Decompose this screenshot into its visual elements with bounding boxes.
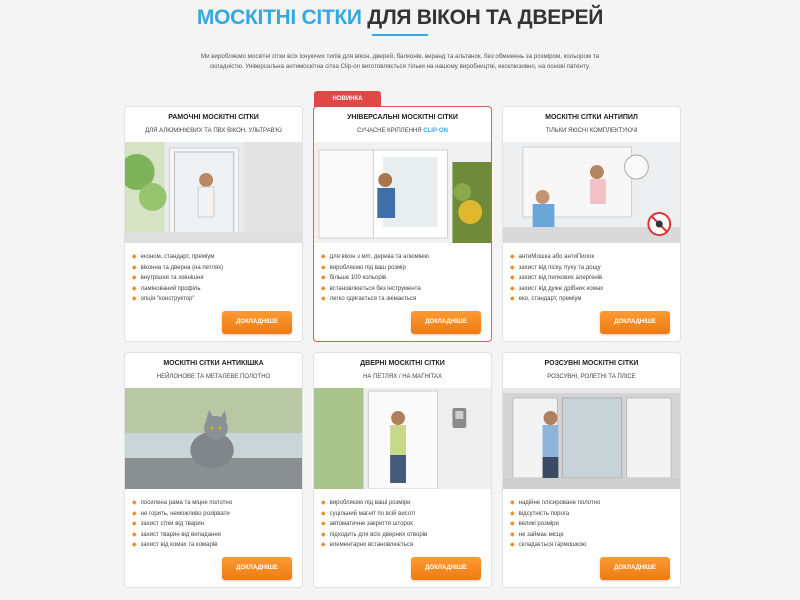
card-title: МОСКІТНІ СІТКИ АНТИПИЛ: [545, 114, 638, 121]
list-item: ◆ не горить, неможливо розірвати: [132, 510, 230, 517]
list-item: ◆ елементарно встановлюється: [321, 542, 414, 549]
list-item: ◆ опція "конструктор": [132, 296, 195, 303]
list-item: ◆ захист від дуже дрібних комах: [510, 285, 604, 292]
page-title: МОСКІТНІ СІТКИ ДЛЯ ВІКОН ТА ДВЕРЕЙ: [0, 6, 800, 30]
feature-list: ◆ економ, стандарт, преміум ◆ віконна та д…: [132, 252, 298, 305]
page-title-accent: МОСКІТНІ СІТКИ: [196, 6, 362, 29]
list-item: ◆ великі розміри: [510, 521, 559, 528]
list-item: ◆ встановлюється без інструмента: [321, 285, 421, 292]
details-button[interactable]: ДОКЛАДНІШЕ: [411, 557, 481, 580]
feature-list: ◆ посилена рама та міцне полотно ◆ не гори…: [132, 498, 298, 551]
details-button[interactable]: ДОКЛАДНІШЕ: [222, 557, 292, 580]
card-photo-window-man: [314, 142, 491, 243]
card-subtitle: ТІЛЬКИ ЯКІСНІ КОМПЛЕКТУЮЧІ: [545, 128, 638, 134]
intro-text: Ми виробляємо москітні сітки всіх існуюч…: [200, 53, 600, 71]
section-header: МОСКІТНІ СІТКИ ДЛЯ ВІКОН ТА ДВЕРЕЙ: [0, 6, 800, 36]
feature-list: ◆ виробляємо під ваші розміри ◆ суцільний …: [321, 498, 487, 551]
card-subtitle: СУЧАСНЕ КРІПЛЕННЯ CLIP-ON: [357, 128, 448, 134]
list-item: ◆ економ, стандарт, преміум: [132, 254, 215, 260]
list-item: ◆ посилена рама та міцне полотно: [132, 500, 233, 506]
list-item: ◆ більше 100 кольорів: [321, 275, 387, 282]
list-item: ◆ легко одягається та знімається: [321, 296, 417, 303]
clip-on-highlight: CLIP-ON: [423, 128, 448, 134]
list-item: ◆ захист від комах та комарів: [132, 542, 218, 549]
card-photo-cat: [125, 388, 302, 489]
list-item: ◆ захист від піску, пуху та дощу: [510, 264, 601, 271]
details-button[interactable]: ДОКЛАДНІШЕ: [600, 311, 670, 334]
list-item: ◆ відсутність порога: [510, 510, 570, 517]
list-item: ◆ виробляємо під ваш розмір: [321, 264, 406, 271]
list-item: ◆ захист від пилкових алергенів: [510, 275, 603, 282]
details-button[interactable]: ДОКЛАДНІШЕ: [600, 557, 670, 580]
product-card-antidust: МОСКІТНІ СІТКИ АНТИПИЛ ТІЛЬКИ ЯКІСНІ КОМ…: [502, 106, 681, 342]
details-button[interactable]: ДОКЛАДНІШЕ: [411, 311, 481, 334]
card-subtitle: НЕЙЛОНОВЕ ТА МЕТАЛЕВЕ ПОЛОТНО: [156, 374, 271, 380]
product-card-frame: РАМОЧНІ МОСКІТНІ СІТКИ ДЛЯ АЛЮМІНІЄВИХ Т…: [124, 106, 303, 342]
list-item: ◆ ламінований профіль: [132, 285, 201, 292]
list-item: ◆ антиМошка або антиПилок: [510, 254, 595, 260]
list-item: ◆ виробляємо під ваші розміри: [321, 500, 411, 506]
list-item: ◆ підходить для всіх дверних отворів: [321, 531, 428, 538]
product-card-universal: НОВИНКА УНІВЕРСАЛЬНІ МОСКІТНІ СІТКИ СУЧА…: [313, 91, 492, 342]
product-card-door: ДВЕРНІ МОСКІТНІ СІТКИ НА ПЕТЛЯХ / НА МАГ…: [313, 352, 492, 588]
card-title: МОСКІТНІ СІТКИ АНТИКІШКА: [163, 360, 264, 367]
list-item: ◆ віконна та дверна (на петлях): [132, 264, 224, 271]
feature-list: ◆ антиМошка або антиПилок ◆ захист від піс…: [510, 252, 676, 305]
card-subtitle: РОЗСУВНІ, РОЛЕТНІ ТА ПЛІСЕ: [547, 374, 636, 380]
card-photo-couple: [503, 142, 680, 243]
list-item: ◆ внутрішня та зовнішня: [132, 275, 204, 282]
card-title: РОЗСУВНІ МОСКІТНІ СІТКИ: [544, 360, 639, 367]
list-item: ◆ складається гармошкою: [510, 542, 587, 549]
details-button[interactable]: ДОКЛАДНІШЕ: [222, 311, 292, 334]
card-title: УНІВЕРСАЛЬНІ МОСКІТНІ СІТКИ: [347, 114, 458, 121]
product-card-anticat: МОСКІТНІ СІТКИ АНТИКІШКА НЕЙЛОНОВЕ ТА МЕ…: [124, 352, 303, 588]
list-item: ◆ не займає місце: [510, 531, 564, 538]
card-subtitle: ДЛЯ АЛЮМІНІЄВИХ ТА ПВХ ВІКОН, УЛЬТРАВ'Ю: [145, 128, 282, 134]
list-item: ◆ еко, стандарт, преміум: [510, 296, 582, 303]
feature-list: ◆ надійне плісироване полотно ◆ відсутніст…: [510, 498, 676, 551]
card-photo-window-woman: [125, 142, 302, 243]
title-underline: [372, 34, 428, 36]
card-title: РАМОЧНІ МОСКІТНІ СІТКИ: [168, 114, 259, 121]
card-title: ДВЕРНІ МОСКІТНІ СІТКИ: [360, 360, 445, 367]
page-title-rest: ДЛЯ ВІКОН ТА ДВЕРЕЙ: [367, 6, 604, 29]
list-item: ◆ автоматичне закриття шторок: [321, 521, 413, 528]
new-badge: НОВИНКА: [314, 91, 381, 107]
list-item: ◆ захист сітки від тварин: [132, 521, 205, 528]
list-item: ◆ для вікон з м/п, дерева та алюмінію: [321, 254, 430, 260]
list-item: ◆ суцільний магніт по всій висоті: [321, 510, 416, 517]
feature-list: ◆ для вікон з м/п, дерева та алюмінію ◆ ви…: [321, 252, 487, 305]
list-item: ◆ захист тварин від випадання: [132, 531, 221, 538]
card-photo-sliding-man: [503, 388, 680, 489]
list-item: ◆ надійне плісироване полотно: [510, 500, 601, 506]
card-subtitle: НА ПЕТЛЯХ / НА МАГНІТАХ: [363, 374, 442, 380]
product-card-sliding: РОЗСУВНІ МОСКІТНІ СІТКИ РОЗСУВНІ, РОЛЕТН…: [502, 352, 681, 588]
card-photo-door-woman: [314, 388, 491, 489]
